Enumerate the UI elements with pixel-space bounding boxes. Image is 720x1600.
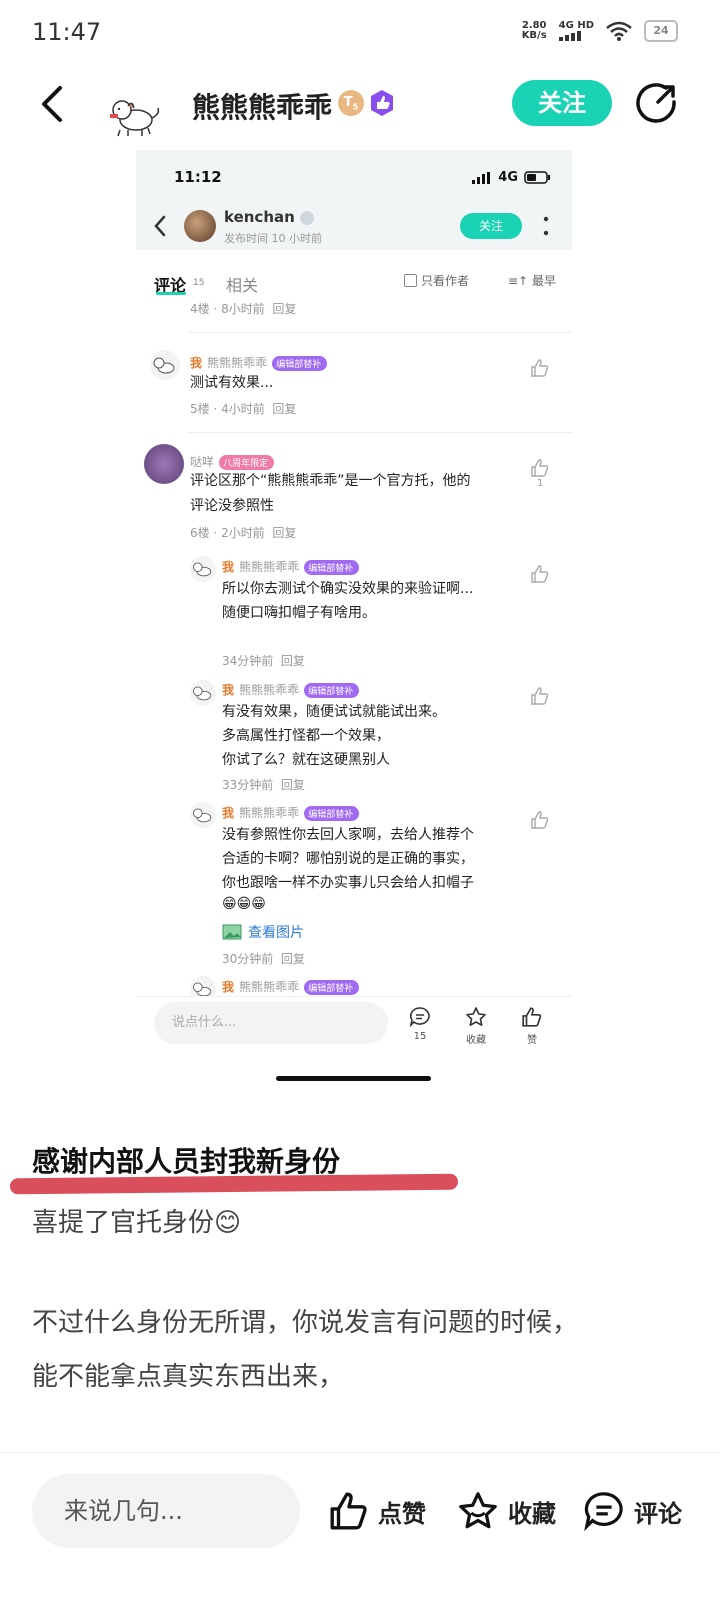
tab-related: 相关 bbox=[226, 276, 259, 295]
post-paragraph: 不过什么身份无所谓，你说发言有问题的时候， bbox=[32, 1308, 579, 1338]
divider bbox=[188, 332, 572, 333]
follow-button[interactable]: 关注 bbox=[512, 80, 612, 126]
avatar bbox=[190, 802, 216, 828]
screenshot-status-icons: 4G bbox=[472, 170, 550, 185]
like-count: 1 bbox=[537, 478, 544, 489]
reply-text: 所以你去测试个确实没效果的来验证啊... bbox=[222, 581, 474, 597]
home-indicator bbox=[276, 1076, 431, 1081]
comment-text: 评论区那个“熊熊熊乖乖”是一个官方托，他的 bbox=[190, 473, 471, 489]
post-title: 感谢内部人员封我新身份 bbox=[32, 1145, 341, 1178]
share-icon[interactable] bbox=[636, 80, 678, 124]
screenshot-comment-input: 说点什么... bbox=[154, 1002, 388, 1044]
tab-underline bbox=[156, 292, 186, 295]
comment-header: 我 熊熊熊乖乖 编辑部替补 bbox=[190, 352, 328, 371]
thumbs-up-icon bbox=[330, 1492, 367, 1530]
author-avatar[interactable] bbox=[106, 90, 164, 140]
reply-text: 你也跟啥一样不办实事儿只会给人扣帽子 bbox=[222, 875, 474, 891]
avatar bbox=[190, 680, 216, 706]
signal-icon bbox=[472, 171, 491, 184]
reply-text: 合适的卡啊？哪怕别说的是正确的事实， bbox=[222, 851, 474, 867]
post-paragraph: 喜提了官托身份😊 bbox=[32, 1208, 242, 1238]
level-badge: T5 bbox=[338, 90, 364, 116]
comment-meta: 4楼 · 8小时前 回复 bbox=[190, 302, 297, 316]
reply-meta: 33分钟前 回复 bbox=[222, 778, 305, 792]
comment-button[interactable]: 评论 bbox=[582, 1490, 682, 1532]
screenshot-post-meta: 发布时间 10 小时前 bbox=[224, 232, 322, 245]
comment-icon bbox=[409, 1007, 430, 1028]
checkbox-icon bbox=[404, 274, 417, 287]
like-icon bbox=[531, 565, 549, 583]
comment-text: 测试有效果... bbox=[190, 375, 274, 391]
reply-text: 多高属性打怪都一个效果， bbox=[222, 728, 390, 744]
reply-header: 我 熊熊熊乖乖 编辑部替补 bbox=[222, 679, 360, 698]
signal-icon: 4G HD bbox=[558, 21, 594, 41]
sort-toggle: ≡↑ 最早 bbox=[508, 274, 556, 288]
avatar bbox=[190, 556, 216, 582]
comment-header: 哒咩 八周年限定 bbox=[190, 451, 275, 470]
screenshot-like-action: 赞 bbox=[514, 1006, 550, 1046]
network-speed: 2.80 KB/s bbox=[521, 20, 547, 41]
back-arrow-icon[interactable] bbox=[36, 82, 72, 126]
battery-icon: 24 bbox=[644, 20, 678, 42]
avatar bbox=[144, 444, 184, 484]
divider bbox=[188, 432, 572, 433]
comment-input[interactable]: 来说几句... bbox=[32, 1474, 300, 1548]
reply-text: 有没有效果，随便试试就能试出来。 bbox=[222, 704, 446, 720]
image-icon bbox=[222, 924, 242, 940]
status-time: 11:47 bbox=[32, 18, 102, 46]
tab-comments-count: 15 bbox=[193, 278, 205, 288]
like-button[interactable]: 点赞 bbox=[328, 1490, 426, 1532]
screenshot-comment-action: 15 bbox=[402, 1006, 438, 1042]
embedded-screenshot[interactable]: 11:12 4G kenchan 发布时间 10 小时前 关注 评论 15 相关… bbox=[136, 150, 572, 1070]
reply-text: 你试了么？就在这硬黑别人 bbox=[222, 752, 390, 768]
comment-icon bbox=[584, 1492, 623, 1532]
comment-meta: 5楼 · 4小时前 回复 bbox=[190, 402, 297, 416]
screenshot-author-avatar bbox=[184, 210, 216, 242]
screenshot-follow-button: 关注 bbox=[460, 213, 522, 239]
verified-badge-icon bbox=[371, 90, 393, 116]
reply-meta: 34分钟前 回复 bbox=[222, 654, 305, 668]
like-icon bbox=[531, 687, 549, 705]
post-paragraph: 能不能拿点真实东西出来， bbox=[32, 1362, 345, 1392]
like-icon bbox=[531, 359, 549, 377]
author-name[interactable]: 熊熊熊乖乖 bbox=[192, 86, 332, 126]
collect-button[interactable]: 收藏 bbox=[456, 1490, 556, 1532]
reply-text: 随便口嗨扣帽子有啥用。 bbox=[222, 605, 376, 621]
screenshot-collect-action: 收藏 bbox=[458, 1006, 494, 1046]
star-icon bbox=[466, 1007, 486, 1026]
screenshot-status-time: 11:12 bbox=[174, 168, 222, 186]
avatar bbox=[150, 350, 180, 380]
screenshot-back-icon bbox=[154, 215, 166, 237]
like-icon bbox=[531, 459, 549, 477]
reply-header: 我 熊熊熊乖乖 编辑部替补 bbox=[222, 802, 360, 821]
bottom-divider bbox=[0, 1452, 720, 1453]
reply-text: 没有参照性你去回人家啊，去给人推荐个 bbox=[222, 827, 474, 843]
wifi-icon bbox=[606, 21, 632, 41]
battery-icon bbox=[524, 171, 550, 184]
more-icon bbox=[543, 216, 549, 236]
screenshot-author-name: kenchan bbox=[224, 208, 315, 226]
star-icon bbox=[459, 1492, 497, 1529]
reply-header: 我 熊熊熊乖乖 编辑部替补 bbox=[222, 976, 360, 995]
like-icon bbox=[522, 1007, 542, 1027]
reply-meta: 30分钟前 回复 bbox=[222, 952, 305, 966]
status-icons: 2.80 KB/s 4G HD 24 bbox=[522, 20, 678, 42]
comment-meta: 6楼 · 2小时前 回复 bbox=[190, 526, 297, 540]
comment-text: 评论没参照性 bbox=[190, 498, 274, 514]
only-author-filter: 只看作者 bbox=[404, 272, 469, 289]
like-icon bbox=[531, 811, 549, 829]
emoji-row: 😁😁😁 bbox=[222, 896, 266, 912]
reply-header: 我 熊熊熊乖乖 编辑部替补 bbox=[222, 556, 360, 575]
view-image-link: 查看图片 bbox=[222, 922, 304, 942]
